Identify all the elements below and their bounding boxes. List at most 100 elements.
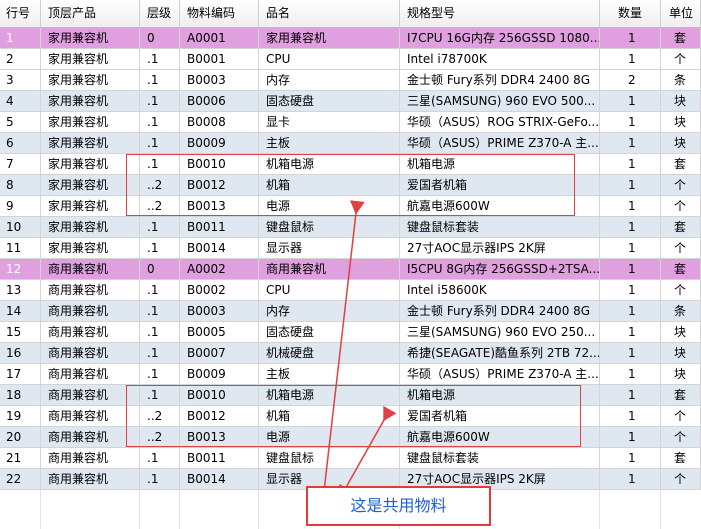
table-row[interactable]: 14 商用兼容机 .1 B0003 内存 金士顿 Fury系列 DDR4 2400 8G 1… [0,301,701,322]
cell-quantity[interactable]: 2 [600,70,661,90]
cell-product-name[interactable]: CPU [259,49,400,69]
cell-spec[interactable]: 键盘鼠标套装 [400,217,600,237]
cell-row-no[interactable]: 13 [0,280,41,300]
cell-top-product[interactable]: 家用兼容机 [41,238,140,258]
cell-product-name[interactable]: 主板 [259,364,400,384]
table-row[interactable]: 17 商用兼容机 .1 B0009 主板 华硕（ASUS）PRIME Z370-A 主..… [0,364,701,385]
table-row[interactable]: 21 商用兼容机 .1 B0011 键盘鼠标 键盘鼠标套装 1 套 [0,448,701,469]
cell-spec[interactable]: 华硕（ASUS）ROG STRIX-GeFo... [400,112,600,132]
cell-quantity[interactable]: 1 [600,385,661,405]
cell-product-name[interactable]: 内存 [259,70,400,90]
cell-top-product[interactable]: 家用兼容机 [41,217,140,237]
cell-top-product[interactable]: 商用兼容机 [41,343,140,363]
cell-spec[interactable]: 键盘鼠标套装 [400,448,600,468]
cell-level[interactable]: .1 [140,280,180,300]
header-product-name[interactable]: 品名 [259,0,400,27]
cell-quantity[interactable]: 1 [600,427,661,447]
cell-product-name[interactable]: 键盘鼠标 [259,448,400,468]
cell-quantity[interactable]: 1 [600,238,661,258]
cell-level[interactable]: .1 [140,301,180,321]
cell-level[interactable]: .1 [140,70,180,90]
cell-row-no[interactable]: 1 [0,28,41,48]
cell-unit[interactable]: 个 [661,196,701,216]
header-material-code[interactable]: 物料编码 [180,0,259,27]
cell-level[interactable]: .1 [140,217,180,237]
cell-spec[interactable]: 三星(SAMSUNG) 960 EVO 500... [400,91,600,111]
cell-product-name[interactable]: 机械硬盘 [259,343,400,363]
cell-unit[interactable]: 个 [661,280,701,300]
cell-quantity[interactable]: 1 [600,259,661,279]
cell-spec[interactable]: 三星(SAMSUNG) 960 EVO 250... [400,322,600,342]
cell-material-code[interactable]: B0008 [180,112,259,132]
cell-top-product[interactable]: 商用兼容机 [41,259,140,279]
cell-unit[interactable]: 块 [661,343,701,363]
table-row[interactable]: 16 商用兼容机 .1 B0007 机械硬盘 希捷(SEAGATE)酷鱼系列 2TB 72… [0,343,701,364]
cell-product-name[interactable]: 内存 [259,301,400,321]
table-row[interactable]: 2 家用兼容机 .1 B0001 CPU Intel i78700K 1 个 [0,49,701,70]
cell-quantity[interactable]: 1 [600,301,661,321]
cell-quantity[interactable]: 1 [600,448,661,468]
cell-top-product[interactable]: 家用兼容机 [41,133,140,153]
cell-top-product[interactable]: 商用兼容机 [41,322,140,342]
cell-spec[interactable]: I7CPU 16G内存 256GSSD 1080... [400,28,600,48]
cell-quantity[interactable]: 1 [600,28,661,48]
cell-top-product[interactable]: 商用兼容机 [41,280,140,300]
cell-quantity[interactable]: 1 [600,343,661,363]
cell-product-name[interactable]: 固态硬盘 [259,91,400,111]
cell-material-code[interactable]: B0003 [180,301,259,321]
cell-unit[interactable]: 条 [661,70,701,90]
cell-unit[interactable]: 个 [661,238,701,258]
cell-spec[interactable]: 华硕（ASUS）PRIME Z370-A 主... [400,364,600,384]
table-row[interactable]: 10 家用兼容机 .1 B0011 键盘鼠标 键盘鼠标套装 1 套 [0,217,701,238]
cell-material-code[interactable]: A0002 [180,259,259,279]
cell-row-no[interactable]: 15 [0,322,41,342]
cell-material-code[interactable]: B0009 [180,133,259,153]
cell-material-code[interactable]: B0003 [180,70,259,90]
cell-row-no[interactable]: 16 [0,343,41,363]
cell-spec[interactable]: 金士顿 Fury系列 DDR4 2400 8G [400,70,600,90]
cell-spec[interactable]: Intel i78700K [400,49,600,69]
cell-row-no[interactable]: 10 [0,217,41,237]
cell-quantity[interactable]: 1 [600,49,661,69]
cell-quantity[interactable]: 1 [600,175,661,195]
cell-level[interactable]: .1 [140,343,180,363]
table-row[interactable]: 5 家用兼容机 .1 B0008 显卡 华硕（ASUS）ROG STRIX-GeFo...… [0,112,701,133]
table-row[interactable]: 12 商用兼容机 0 A0002 商用兼容机 I5CPU 8G内存 256GSSD+2TS… [0,259,701,280]
cell-row-no[interactable]: 20 [0,427,41,447]
cell-top-product[interactable]: 家用兼容机 [41,28,140,48]
cell-unit[interactable]: 块 [661,133,701,153]
cell-unit[interactable]: 个 [661,175,701,195]
cell-top-product[interactable]: 家用兼容机 [41,70,140,90]
cell-material-code[interactable]: B0007 [180,343,259,363]
cell-unit[interactable]: 套 [661,385,701,405]
cell-unit[interactable]: 块 [661,322,701,342]
cell-row-no[interactable]: 7 [0,154,41,174]
cell-product-name[interactable]: 显示器 [259,238,400,258]
table-row[interactable]: 4 家用兼容机 .1 B0006 固态硬盘 三星(SAMSUNG) 960 EVO 500… [0,91,701,112]
table-row[interactable]: 11 家用兼容机 .1 B0014 显示器 27寸AOC显示器IPS 2K屏 1 个 [0,238,701,259]
cell-unit[interactable]: 条 [661,301,701,321]
cell-material-code[interactable]: B0014 [180,238,259,258]
cell-row-no[interactable]: 19 [0,406,41,426]
cell-row-no[interactable]: 9 [0,196,41,216]
cell-unit[interactable]: 套 [661,217,701,237]
cell-unit[interactable]: 套 [661,154,701,174]
cell-level[interactable]: .1 [140,112,180,132]
cell-row-no[interactable]: 18 [0,385,41,405]
cell-spec[interactable]: Intel i58600K [400,280,600,300]
cell-material-code[interactable]: B0011 [180,217,259,237]
cell-row-no[interactable]: 2 [0,49,41,69]
cell-material-code[interactable]: B0006 [180,91,259,111]
header-top-product[interactable]: 顶层产品 [41,0,140,27]
header-quantity[interactable]: 数量 [600,0,661,27]
cell-material-code[interactable]: B0011 [180,448,259,468]
cell-unit[interactable]: 个 [661,406,701,426]
table-row[interactable]: 3 家用兼容机 .1 B0003 内存 金士顿 Fury系列 DDR4 2400 8G 2 条 [0,70,701,91]
cell-material-code[interactable]: B0009 [180,364,259,384]
cell-quantity[interactable]: 1 [600,196,661,216]
cell-level[interactable]: .1 [140,469,180,489]
cell-top-product[interactable]: 商用兼容机 [41,364,140,384]
cell-quantity[interactable]: 1 [600,217,661,237]
header-level[interactable]: 层级 [140,0,180,27]
cell-row-no[interactable]: 14 [0,301,41,321]
